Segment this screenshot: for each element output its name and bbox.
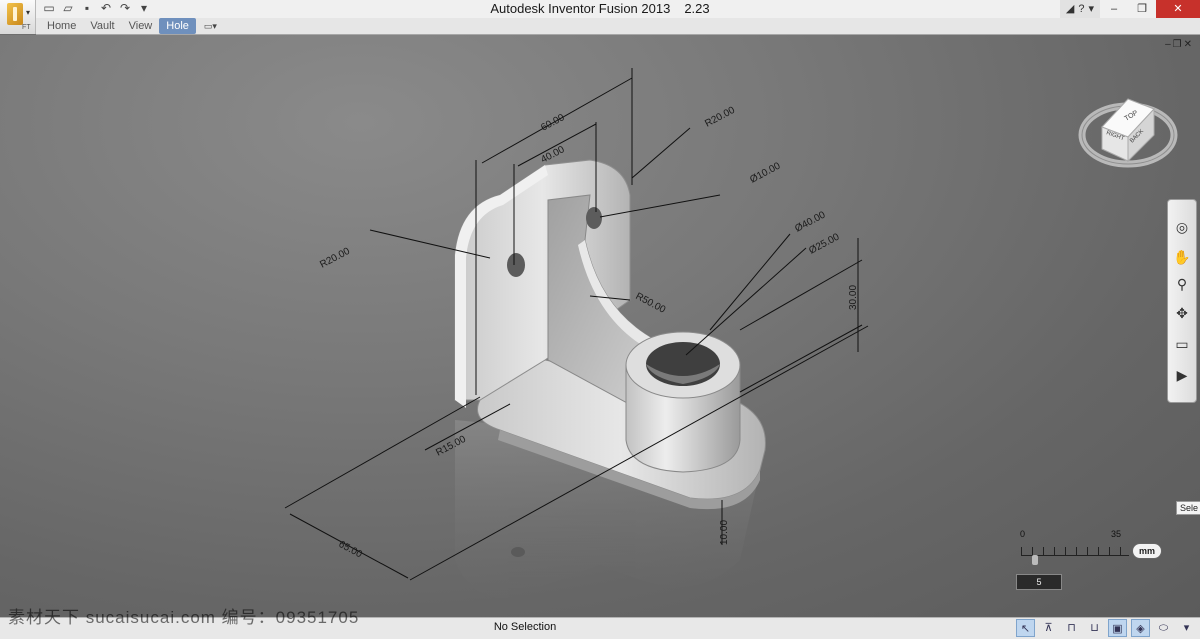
app-menu-label: FT bbox=[22, 24, 31, 31]
scale-value-field[interactable]: 5 bbox=[1016, 574, 1062, 590]
maximize-button[interactable]: ❐ bbox=[1128, 0, 1156, 18]
unit-button[interactable]: mm bbox=[1132, 543, 1163, 559]
title-bar: ▭ ▱ ▪ ↶ ↷ ▾ Autodesk Inventor Fusion 201… bbox=[0, 0, 1200, 19]
dim-65: 65.00 bbox=[337, 539, 365, 561]
scale-slider-handle[interactable] bbox=[1032, 555, 1038, 565]
scale-widget: 0 35 mm 5 bbox=[1016, 529, 1166, 593]
graphics-viewport[interactable]: –❐✕ 60.00 40.00 R20.00 Ø10.00 R20.00 Ø40… bbox=[0, 35, 1200, 617]
application-menu-button[interactable]: ▾ FT bbox=[0, 0, 36, 34]
dim-dia10: Ø10.00 bbox=[748, 160, 783, 185]
close-button[interactable]: ✕ bbox=[1156, 0, 1200, 18]
dim-r20-top: R20.00 bbox=[703, 105, 737, 130]
visual-style-icon[interactable]: ⬭ bbox=[1154, 619, 1173, 637]
dim-r50: R50.00 bbox=[634, 291, 668, 316]
scale-min: 0 bbox=[1020, 529, 1026, 539]
scale-max: 35 bbox=[1111, 529, 1122, 539]
maximize-icon: ❐ bbox=[1137, 3, 1147, 15]
tab-view[interactable]: View bbox=[122, 18, 160, 34]
navigation-bar: ◎ ✋ ⚲ ✥ ▭ ▶ bbox=[1167, 199, 1197, 403]
snap-icon[interactable]: ⊓ bbox=[1062, 619, 1081, 637]
dim-10: 10.00 bbox=[719, 520, 730, 545]
inventor-logo-icon bbox=[7, 3, 23, 25]
selection-tooltip: Sele bbox=[1176, 501, 1200, 515]
help-dropdown-icon[interactable]: ▾ bbox=[1088, 0, 1094, 18]
help-icon[interactable]: ? bbox=[1078, 0, 1084, 18]
ribbon-display-dropdown[interactable]: ▭▾ bbox=[196, 18, 225, 34]
status-tools: ↖ ⊼ ⊓ ⊔ ▣ ◈ ⬭ ▾ bbox=[1016, 619, 1196, 637]
dim-dia25: Ø25.00 bbox=[807, 231, 842, 256]
dim-dia40: Ø40.00 bbox=[793, 209, 828, 234]
zoom-icon[interactable]: ⚲ bbox=[1173, 275, 1191, 293]
ribbon-tab-bar: Home Vault View Hole ▭▾ bbox=[36, 18, 1200, 35]
close-icon: ✕ bbox=[1173, 3, 1183, 15]
status-dropdown-icon[interactable]: ▾ bbox=[1177, 619, 1196, 637]
steering-wheel-icon[interactable]: ◎ bbox=[1173, 218, 1191, 236]
window-title: Autodesk Inventor Fusion 2013 2.23 bbox=[0, 1, 1200, 16]
look-at-icon[interactable]: ▭ bbox=[1173, 335, 1191, 353]
watermark-text: 素材天下 sucaisucai.com 编号：09351705 bbox=[8, 608, 360, 627]
display-mode-icon[interactable]: ◈ bbox=[1131, 619, 1150, 637]
dim-r20-left: R20.00 bbox=[318, 246, 352, 271]
minimize-button[interactable]: – bbox=[1100, 0, 1128, 18]
pan-icon[interactable]: ✋ bbox=[1173, 248, 1191, 266]
dim-h30: 30.00 bbox=[848, 285, 859, 310]
filter-icon[interactable]: ⊼ bbox=[1039, 619, 1058, 637]
mounting-hole-right bbox=[586, 207, 602, 229]
grid-icon[interactable]: ⊔ bbox=[1085, 619, 1104, 637]
window-controls: ◢ ? ▾ – ❐ ✕ bbox=[1059, 0, 1200, 18]
dim-60: 60.00 bbox=[539, 112, 567, 134]
communication-icon[interactable]: ◢ bbox=[1066, 0, 1074, 18]
chevron-down-icon: ▾ bbox=[26, 8, 31, 17]
minimize-icon: – bbox=[1110, 3, 1118, 15]
mounting-hole-left bbox=[507, 253, 525, 277]
ribbon-toggle-icon: ▭▾ bbox=[203, 21, 217, 31]
help-group: ◢ ? ▾ bbox=[1059, 0, 1100, 18]
orbit-icon[interactable]: ✥ bbox=[1173, 304, 1191, 322]
window-select-icon[interactable]: ▣ bbox=[1108, 619, 1127, 637]
app-title: Autodesk Inventor Fusion 2013 bbox=[490, 1, 671, 16]
tab-hole[interactable]: Hole bbox=[159, 18, 196, 34]
show-motion-icon[interactable]: ▶ bbox=[1173, 366, 1191, 384]
app-version: 2.23 bbox=[684, 1, 710, 16]
select-icon[interactable]: ↖ bbox=[1016, 619, 1035, 637]
tab-vault[interactable]: Vault bbox=[83, 18, 121, 34]
viewcube: TOP RIGHT BACK bbox=[1078, 98, 1178, 168]
tab-home[interactable]: Home bbox=[40, 18, 83, 34]
